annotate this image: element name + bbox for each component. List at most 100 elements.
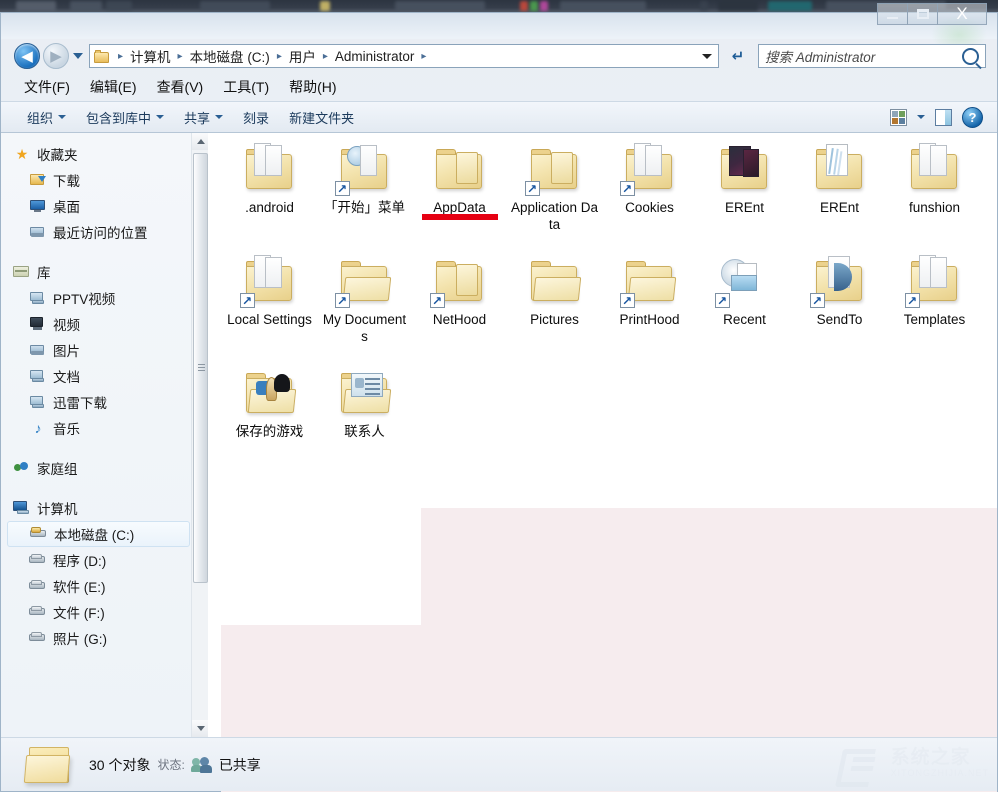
address-bar[interactable]: ▸ 计算机 ▸ 本地磁盘 (C:) ▸ 用户 ▸ Administrator ▸ (89, 44, 719, 68)
organize-label: 组织 (27, 110, 54, 126)
sidebar-item-music-label: 音乐 (53, 422, 80, 437)
breadcrumb-item-0[interactable]: 计算机 (129, 46, 172, 66)
sidebar-item-downloads[interactable]: 下载 (1, 167, 196, 193)
menu-item-file[interactable]: 文件(F) (15, 75, 79, 99)
file-item[interactable]: PrintHood (602, 253, 697, 361)
scrollbar-thumb[interactable] (193, 153, 208, 583)
include-in-library-button[interactable]: 包含到库中 (76, 105, 174, 130)
new-folder-button[interactable]: 新建文件夹 (279, 105, 364, 130)
change-view-icon[interactable] (890, 108, 907, 126)
menu-item-help[interactable]: 帮助(H) (280, 75, 345, 99)
menu-item-view[interactable]: 查看(V) (148, 75, 213, 99)
item-count-label: 30 个对象 (89, 756, 151, 773)
video-icon (29, 316, 47, 332)
file-item[interactable]: EREnt (792, 141, 887, 249)
close-button[interactable]: X (937, 3, 987, 25)
sidebar-group-favorites[interactable]: ★ 收藏夹 (1, 141, 196, 167)
file-item[interactable]: .android (222, 141, 317, 249)
caption-buttons: X (877, 3, 987, 27)
file-item[interactable]: AppData (412, 141, 507, 249)
file-item[interactable]: 保存的游戏 (222, 365, 317, 473)
breadcrumb-separator: ▸ (118, 50, 124, 62)
menu-item-tools[interactable]: 工具(T) (214, 75, 278, 99)
shortcut-overlay-icon (619, 293, 635, 308)
sidebar-item-recent-places[interactable]: 最近访问的位置 (1, 219, 196, 245)
forward-button[interactable]: ▶ (43, 43, 69, 69)
sidebar-group-computer[interactable]: 计算机 (1, 495, 196, 521)
navigation-row: ◀ ▶ ▸ 计算机 ▸ 本地磁盘 (C:) ▸ 用户 ▸ Administrat… (1, 39, 997, 73)
sidebar-item-local-disk-c-label: 本地磁盘 (C:) (54, 528, 135, 543)
refresh-button[interactable]: ↵ (725, 44, 751, 68)
file-item[interactable]: EREnt (697, 141, 792, 249)
file-item[interactable]: Pictures (507, 253, 602, 361)
sidebar-item-drive-e[interactable]: 软件 (E:) (1, 573, 196, 599)
view-options-chevron-down-icon[interactable] (917, 115, 925, 119)
scrollbar-grip-icon (198, 364, 205, 372)
sidebar-item-thunder-download[interactable]: 迅雷下载 (1, 389, 196, 415)
address-folder-icon (94, 49, 110, 63)
sidebar-item-desktop-label: 桌面 (53, 200, 80, 215)
sidebar-item-video[interactable]: 视频 (1, 311, 196, 337)
sidebar-item-local-disk-c[interactable]: 本地磁盘 (C:) (7, 521, 190, 547)
pictures-icon (29, 342, 47, 358)
recent-pages-dropdown-icon[interactable] (73, 53, 83, 59)
address-history-dropdown-icon[interactable] (702, 53, 712, 59)
share-with-button[interactable]: 共享 (174, 105, 233, 130)
file-item[interactable]: Cookies (602, 141, 697, 249)
navigation-pane: ★ 收藏夹 下载 桌面 最近访问的位置 库 PPTV视频 视频 图片 文档 迅雷… (1, 133, 197, 737)
file-item[interactable]: 联系人 (317, 365, 412, 473)
minimize-button[interactable] (877, 3, 908, 25)
scroll-down-button[interactable] (192, 720, 209, 737)
sidebar-item-desktop[interactable]: 桌面 (1, 193, 196, 219)
folder-icon (523, 253, 587, 309)
breadcrumb-separator: ▸ (276, 50, 282, 62)
sidebar-item-documents[interactable]: 文档 (1, 363, 196, 389)
status-text-group: 30 个对象 状态: 已共享 (89, 755, 261, 775)
breadcrumb-item-1[interactable]: 本地磁盘 (C:) (189, 46, 271, 66)
folder-icon (238, 141, 302, 197)
file-item[interactable]: My Documents (317, 253, 412, 361)
sidebar-group-libraries[interactable]: 库 (1, 259, 196, 285)
preview-pane-icon[interactable] (935, 108, 952, 126)
navigation-pane-scrollbar[interactable] (191, 133, 209, 737)
file-name: funshion (908, 200, 961, 215)
organize-button[interactable]: 组织 (17, 105, 76, 130)
file-item[interactable]: 「开始」菜单 (317, 141, 412, 249)
back-button[interactable]: ◀ (14, 43, 40, 69)
file-item[interactable]: funshion (887, 141, 982, 249)
sidebar-item-pptv-video[interactable]: PPTV视频 (1, 285, 196, 311)
search-box[interactable]: 搜索 Administrator (758, 44, 986, 68)
sidebar-item-drive-g[interactable]: 照片 (G:) (1, 625, 196, 651)
help-icon[interactable]: ? (962, 106, 983, 128)
sidebar-group-homegroup[interactable]: 家庭组 (1, 455, 196, 481)
file-name: Local Settings (227, 312, 312, 327)
breadcrumb-item-2[interactable]: 用户 (288, 46, 317, 66)
drive-icon (29, 630, 47, 646)
sidebar-item-music[interactable]: ♪ 音乐 (1, 415, 196, 441)
file-item[interactable]: SendTo (792, 253, 887, 361)
menu-item-edit[interactable]: 编辑(E) (81, 75, 146, 99)
maximize-button[interactable] (907, 3, 938, 25)
file-name: Pictures (530, 312, 579, 327)
search-input[interactable]: 搜索 Administrator (765, 46, 962, 66)
file-item[interactable]: Application Data (507, 141, 602, 249)
sidebar-item-drive-f[interactable]: 文件 (F:) (1, 599, 196, 625)
window-frame: X ◀ ▶ ▸ 计算机 ▸ 本地磁盘 (C:) ▸ 用户 ▸ Administr… (0, 3, 998, 792)
file-item[interactable]: NetHood (412, 253, 507, 361)
breadcrumb-item-3[interactable]: Administrator (334, 49, 416, 64)
drive-icon (29, 604, 47, 620)
file-name: My Documents (322, 312, 407, 344)
file-item[interactable]: Recent (697, 253, 792, 361)
file-item[interactable]: Templates (887, 253, 982, 361)
status-bar: 30 个对象 状态: 已共享 (1, 737, 997, 791)
file-name: AppData (416, 199, 504, 220)
sidebar-item-drive-d[interactable]: 程序 (D:) (1, 547, 196, 573)
file-name: NetHood (432, 312, 487, 327)
status-folder-icon (23, 743, 81, 787)
burn-button[interactable]: 刻录 (233, 105, 279, 130)
contacts-folder-icon (333, 365, 397, 421)
sidebar-item-pictures[interactable]: 图片 (1, 337, 196, 363)
file-item[interactable]: Local Settings (222, 253, 317, 361)
recent-places-icon (29, 224, 47, 240)
scroll-up-button[interactable] (192, 133, 209, 150)
